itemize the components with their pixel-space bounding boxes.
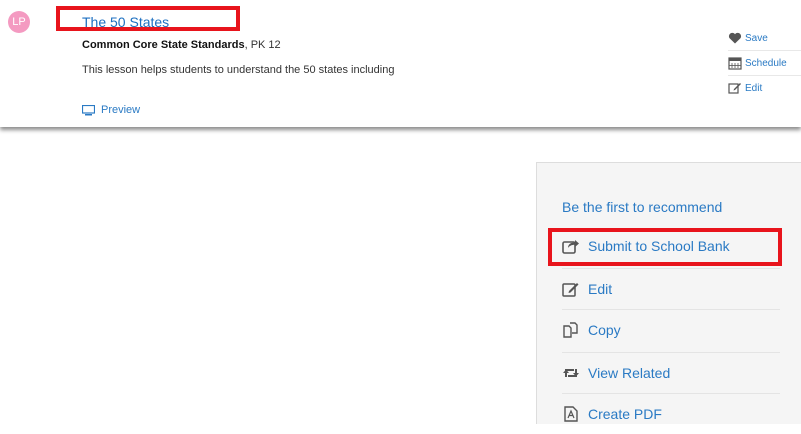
share-icon bbox=[562, 240, 579, 254]
pencil-icon bbox=[728, 83, 741, 94]
calendar-icon bbox=[728, 57, 742, 70]
create-pdf-label: Create PDF bbox=[588, 406, 662, 422]
pdf-icon bbox=[564, 406, 578, 422]
edit-lesson-button[interactable]: Edit bbox=[562, 268, 780, 309]
lesson-description: This lesson helps students to understand… bbox=[82, 64, 395, 76]
copy-button[interactable]: Copy bbox=[562, 309, 780, 350]
lesson-card: LP The 50 States Common Core State Stand… bbox=[0, 0, 801, 127]
standards-name: Common Core State Standards bbox=[82, 39, 245, 51]
schedule-button[interactable]: Schedule bbox=[728, 51, 801, 76]
copy-label: Copy bbox=[588, 322, 621, 338]
save-label: Save bbox=[745, 32, 768, 44]
preview-label: Preview bbox=[101, 104, 141, 116]
save-button[interactable]: Save bbox=[728, 26, 801, 51]
lesson-title-link[interactable]: The 50 States bbox=[82, 14, 169, 30]
pencil-icon bbox=[562, 283, 579, 297]
edit-label: Edit bbox=[745, 82, 763, 94]
avatar[interactable]: LP bbox=[8, 11, 30, 33]
heart-icon bbox=[728, 32, 742, 44]
monitor-icon bbox=[82, 104, 95, 115]
grade-range: , PK 12 bbox=[244, 39, 281, 51]
copy-icon bbox=[563, 322, 578, 338]
edit-label: Edit bbox=[588, 281, 613, 297]
edit-button[interactable]: Edit bbox=[728, 76, 801, 100]
recommend-link[interactable]: Be the first to recommend bbox=[562, 199, 722, 215]
submit-label: Submit to School Bank bbox=[588, 238, 730, 254]
create-pdf-button[interactable]: Create PDF bbox=[562, 393, 780, 434]
retweet-icon bbox=[563, 369, 579, 377]
schedule-label: Schedule bbox=[745, 57, 787, 69]
view-related-label: View Related bbox=[588, 365, 671, 381]
submit-to-school-bank-button[interactable]: Submit to School Bank bbox=[562, 226, 780, 266]
preview-link[interactable]: Preview bbox=[82, 104, 140, 116]
lesson-actions: Save Schedule Edit bbox=[728, 26, 801, 100]
view-related-button[interactable]: View Related bbox=[562, 352, 780, 393]
lesson-standards: Common Core State Standards, PK 12 bbox=[82, 39, 281, 51]
